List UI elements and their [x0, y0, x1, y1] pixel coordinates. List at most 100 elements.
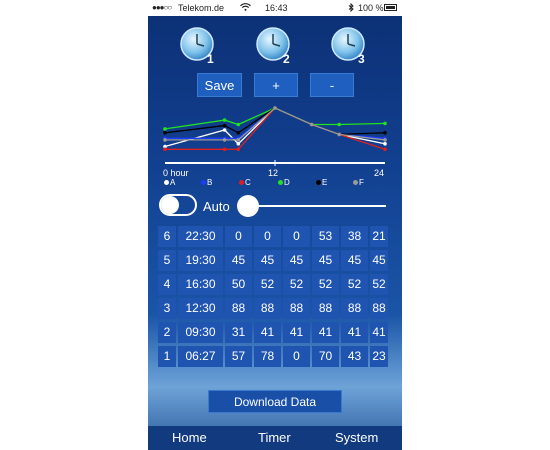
slider-knob[interactable] [237, 195, 259, 217]
preset-1-button[interactable]: 1 [179, 26, 219, 66]
channel-value-cell[interactable]: 57 [225, 346, 252, 367]
channel-value-cell[interactable]: 45 [254, 250, 281, 271]
channel-value-cell[interactable]: 0 [283, 346, 310, 367]
channel-value-cell[interactable]: 41 [254, 322, 281, 343]
table-row[interactable]: 5 19:30 45 45 45 45 45 45 [158, 250, 388, 271]
tab-timer[interactable]: Timer [258, 430, 291, 445]
channel-value-cell[interactable]: 50 [225, 274, 252, 295]
table-row[interactable]: 1 06:27 57 78 0 70 43 23 [158, 346, 388, 367]
battery-icon [384, 4, 397, 11]
row-time-cell[interactable]: 22:30 [178, 226, 223, 247]
row-time-cell[interactable]: 16:30 [178, 274, 223, 295]
row-time-cell[interactable]: 06:27 [178, 346, 223, 367]
channel-value-cell[interactable]: 43 [341, 346, 368, 367]
channel-value-cell[interactable]: 78 [254, 346, 281, 367]
channel-value-cell[interactable]: 41 [370, 322, 388, 343]
channel-value-cell[interactable]: 45 [225, 250, 252, 271]
channel-value-cell[interactable]: 21 [370, 226, 388, 247]
preset-2-button[interactable]: 2 [255, 26, 295, 66]
table-row[interactable]: 3 12:30 88 88 88 88 88 88 [158, 298, 388, 319]
x-tick-label: 0 hour [163, 168, 189, 178]
row-index-cell[interactable]: 5 [158, 250, 176, 271]
channel-value-cell[interactable]: 45 [370, 250, 388, 271]
clock-icon: 1 [180, 27, 214, 66]
channel-value-cell[interactable]: 52 [312, 274, 339, 295]
channel-value-cell[interactable]: 88 [254, 298, 281, 319]
series-line-e [164, 107, 386, 136]
legend-dot [353, 180, 358, 186]
minus-button[interactable]: - [310, 73, 354, 97]
preset-number: 1 [207, 52, 214, 66]
legend-item-c: C [239, 178, 251, 187]
carrier-label: Telekom.de [178, 3, 225, 13]
table-row[interactable]: 2 09:30 31 41 41 41 41 41 [158, 322, 388, 343]
channel-value-cell[interactable]: 41 [283, 322, 310, 343]
save-button[interactable]: Save [197, 73, 242, 97]
channel-value-cell[interactable]: 45 [312, 250, 339, 271]
row-time-cell[interactable]: 19:30 [178, 250, 223, 271]
row-index-cell[interactable]: 3 [158, 298, 176, 319]
row-index-cell[interactable]: 1 [158, 346, 176, 367]
series-line-a [164, 107, 386, 148]
channel-value-cell[interactable]: 53 [312, 226, 339, 247]
signal-indicator: ●●●○○ [152, 3, 172, 12]
table-row[interactable]: 6 22:30 0 0 0 53 38 21 [158, 226, 388, 247]
series-point-f [163, 138, 167, 142]
plus-button[interactable]: + [254, 73, 298, 97]
row-time-cell[interactable]: 12:30 [178, 298, 223, 319]
channel-value-cell[interactable]: 38 [341, 226, 368, 247]
series-point-e [163, 131, 167, 135]
channel-value-cell[interactable]: 0 [283, 226, 310, 247]
series-point-a [236, 142, 241, 146]
channel-value-cell[interactable]: 88 [225, 298, 252, 319]
series-point-d [337, 122, 341, 127]
channel-value-cell[interactable]: 45 [283, 250, 310, 271]
legend-label: A [170, 178, 176, 187]
slider-track[interactable] [248, 205, 386, 207]
legend-dot [316, 180, 321, 186]
bluetooth-icon [348, 2, 354, 14]
channel-value-cell[interactable]: 70 [312, 346, 339, 367]
channel-value-cell[interactable]: 52 [370, 274, 388, 295]
channel-value-cell[interactable]: 45 [341, 250, 368, 271]
row-index-cell[interactable]: 6 [158, 226, 176, 247]
channel-value-cell[interactable]: 88 [370, 298, 388, 319]
channel-value-cell[interactable]: 0 [225, 226, 252, 247]
legend-label: C [245, 178, 251, 187]
preset-number: 2 [283, 52, 290, 66]
series-point-d [222, 118, 227, 122]
series-point-f [236, 138, 241, 142]
download-data-button[interactable]: Download Data [208, 390, 342, 413]
channel-value-cell[interactable]: 31 [225, 322, 252, 343]
channel-value-cell[interactable]: 88 [312, 298, 339, 319]
series-point-d [383, 121, 387, 126]
legend-item-b: B [201, 178, 212, 187]
series-point-c [222, 147, 227, 152]
channel-value-cell[interactable]: 41 [312, 322, 339, 343]
row-index-cell[interactable]: 4 [158, 274, 176, 295]
legend-dot [278, 180, 283, 186]
preset-3-button[interactable]: 3 [330, 26, 370, 66]
channel-value-cell[interactable]: 52 [283, 274, 310, 295]
preset-number: 3 [358, 52, 365, 66]
legend-label: D [284, 178, 290, 187]
wifi-icon [240, 3, 251, 13]
legend-item-a: A [164, 178, 175, 187]
row-index-cell[interactable]: 2 [158, 322, 176, 343]
channel-value-cell[interactable]: 41 [341, 322, 368, 343]
table-row[interactable]: 4 16:30 50 52 52 52 52 52 [158, 274, 388, 295]
channel-value-cell[interactable]: 52 [341, 274, 368, 295]
channel-value-cell[interactable]: 88 [341, 298, 368, 319]
tab-system[interactable]: System [335, 430, 378, 445]
channel-value-cell[interactable]: 88 [283, 298, 310, 319]
auto-toggle[interactable] [159, 194, 197, 216]
row-time-cell[interactable]: 09:30 [178, 322, 223, 343]
x-tick-label: 24 [374, 168, 384, 178]
tab-home[interactable]: Home [172, 430, 207, 445]
series-point-d [163, 127, 167, 131]
series-point-f [383, 138, 387, 142]
channel-value-cell[interactable]: 52 [254, 274, 281, 295]
channel-value-cell[interactable]: 0 [254, 226, 281, 247]
channel-value-cell[interactable]: 23 [370, 346, 388, 367]
series-point-c [236, 147, 241, 152]
